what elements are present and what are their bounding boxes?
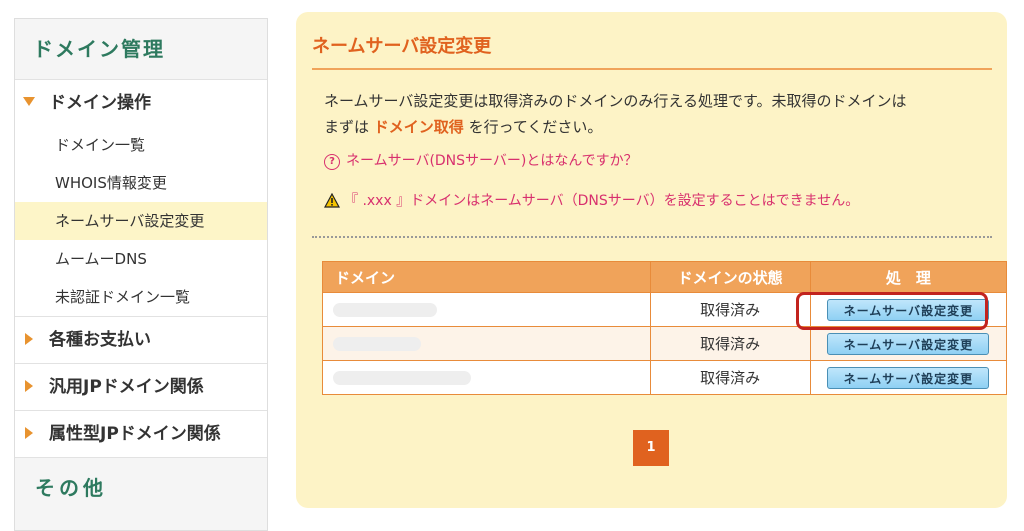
title-divider (312, 68, 992, 70)
action-cell: ネームサーバ設定変更 (809, 360, 1008, 395)
status-cell: 取得済み (649, 292, 811, 327)
action-cell: ネームサーバ設定変更 (809, 326, 1008, 361)
highlight-annotation (796, 292, 988, 330)
collapsed-triangle-icon (25, 380, 33, 392)
status-cell: 取得済み (649, 360, 811, 395)
page-title: ネームサーバ設定変更 (312, 36, 492, 57)
warning-text: 『 .xxx 』ドメインはネームサーバ（DNSサーバ）を設定することはできません… (344, 193, 860, 209)
dns-help-text: ネームサーバ(DNSサーバー)とはなんですか？ (346, 153, 638, 169)
domain-cell-redacted (322, 360, 651, 395)
sidebar-item-domain-list[interactable]: ドメイン一覧 (15, 126, 267, 164)
sidebar-menu: ドメイン操作 ドメイン一覧 WHOIS情報変更 ネームサーバ設定変更 ムームーD… (15, 80, 267, 457)
sidebar-other-title: その他 (15, 457, 267, 518)
sidebar-group-label: 属性型JPドメイン関係 (49, 424, 221, 444)
table-row: 取得済み ネームサーバ設定変更 (322, 326, 1008, 361)
question-icon: ? (324, 154, 340, 170)
description: ネームサーバ設定変更は取得済みのドメインのみ行える処理です。未取得のドメインは … (324, 88, 994, 140)
dns-help-link[interactable]: ? ネームサーバ(DNSサーバー)とはなんですか？ (324, 150, 638, 170)
col-header-action: 処 理 (809, 261, 1008, 293)
sidebar-group-label: 汎用JPドメイン関係 (49, 377, 204, 397)
pagination-page-1[interactable]: 1 (633, 430, 669, 466)
description-text: まずは (324, 118, 374, 136)
domain-acquire-link[interactable]: ドメイン取得 (374, 118, 464, 136)
collapsed-triangle-icon (25, 333, 33, 345)
redacted-domain (333, 303, 437, 317)
sidebar-group-payments[interactable]: 各種お支払い (15, 316, 267, 363)
sidebar-group-domain-ops[interactable]: ドメイン操作 (15, 80, 267, 126)
sidebar-group-attribute-jp[interactable]: 属性型JPドメイン関係 (15, 410, 267, 457)
status-cell: 取得済み (649, 326, 811, 361)
expanded-triangle-icon (23, 97, 35, 106)
sidebar: ドメイン管理 ドメイン操作 ドメイン一覧 WHOIS情報変更 ネームサーバ設定変… (14, 18, 268, 531)
sidebar-group-label: 各種お支払い (49, 330, 151, 350)
description-text: ネームサーバ設定変更は取得済みのドメインのみ行える処理です。未取得のドメインは (324, 92, 907, 110)
redacted-domain (333, 371, 471, 385)
redacted-domain (333, 337, 421, 351)
xxx-warning: 『 .xxx 』ドメインはネームサーバ（DNSサーバ）を設定することはできません… (324, 190, 859, 210)
table-header-row: ドメイン ドメインの状態 処 理 (322, 261, 1008, 293)
nameserver-change-button[interactable]: ネームサーバ設定変更 (827, 332, 990, 355)
main-panel: ネームサーバ設定変更 ネームサーバ設定変更は取得済みのドメインのみ行える処理です… (296, 12, 1008, 508)
sidebar-item-unverified[interactable]: 未認証ドメイン一覧 (15, 278, 267, 316)
col-header-status: ドメインの状態 (649, 261, 811, 293)
table-row: 取得済み ネームサーバ設定変更 (322, 360, 1008, 395)
col-header-domain: ドメイン (322, 261, 651, 293)
collapsed-triangle-icon (25, 427, 33, 439)
sidebar-group-general-jp[interactable]: 汎用JPドメイン関係 (15, 363, 267, 410)
sidebar-item-muumuu-dns[interactable]: ムームーDNS (15, 240, 267, 278)
dotted-divider (312, 236, 992, 238)
sidebar-title: ドメイン管理 (15, 19, 267, 80)
sidebar-item-whois[interactable]: WHOIS情報変更 (15, 164, 267, 202)
domain-cell-redacted (322, 292, 651, 327)
sidebar-group-label: ドメイン操作 (49, 93, 151, 113)
nameserver-change-button[interactable]: ネームサーバ設定変更 (827, 366, 990, 389)
description-text: を行ってください。 (463, 118, 603, 136)
sidebar-item-nameserver[interactable]: ネームサーバ設定変更 (15, 202, 267, 240)
warning-icon (324, 193, 340, 208)
domain-cell-redacted (322, 326, 651, 361)
